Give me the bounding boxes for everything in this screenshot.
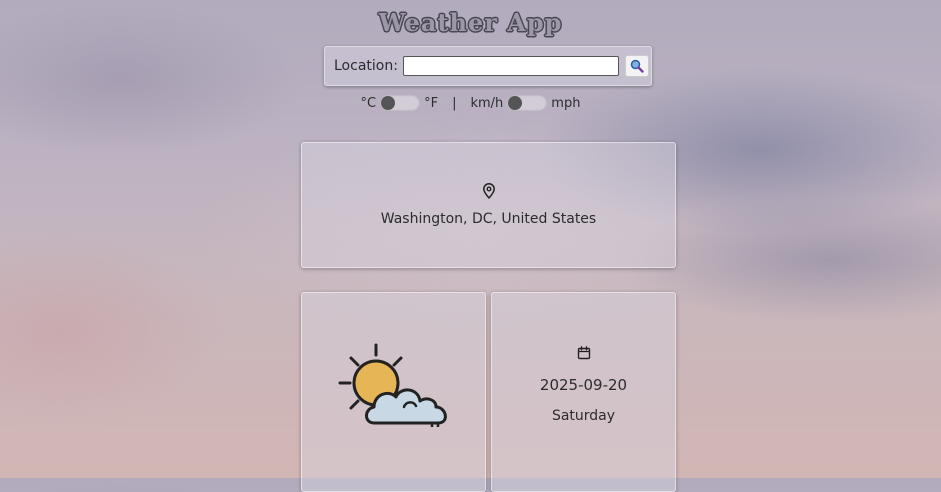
unit-separator: | <box>452 95 457 111</box>
toggle-knob <box>508 96 523 110</box>
app-title: Weather App <box>378 8 563 37</box>
map-pin-icon <box>482 183 495 199</box>
day-of-week: Saturday <box>551 408 616 424</box>
date-value: 2025-09-20 <box>539 376 628 394</box>
partly-cloudy-icon <box>338 343 447 427</box>
toggle-knob <box>381 96 396 110</box>
mph-label: mph <box>551 95 581 111</box>
speed-unit-toggle[interactable] <box>507 95 548 111</box>
search-bar: Location: <box>324 46 652 86</box>
location-card: Washington, DC, United States <box>301 142 676 268</box>
search-button[interactable] <box>624 55 649 77</box>
fahrenheit-label: °F <box>424 95 439 111</box>
unit-toggles: °C °F | km/h mph <box>0 95 941 111</box>
search-icon <box>630 59 644 73</box>
location-input[interactable] <box>402 56 619 76</box>
calendar-icon <box>577 346 590 360</box>
location-label: Location: <box>334 58 398 74</box>
location-name: Washington, DC, United States <box>380 211 597 227</box>
weather-card <box>301 292 486 492</box>
celsius-label: °C <box>360 95 377 111</box>
temperature-unit-toggle[interactable] <box>380 95 421 111</box>
date-card: 2025-09-20 Saturday <box>491 292 676 492</box>
kmh-label: km/h <box>470 95 504 111</box>
